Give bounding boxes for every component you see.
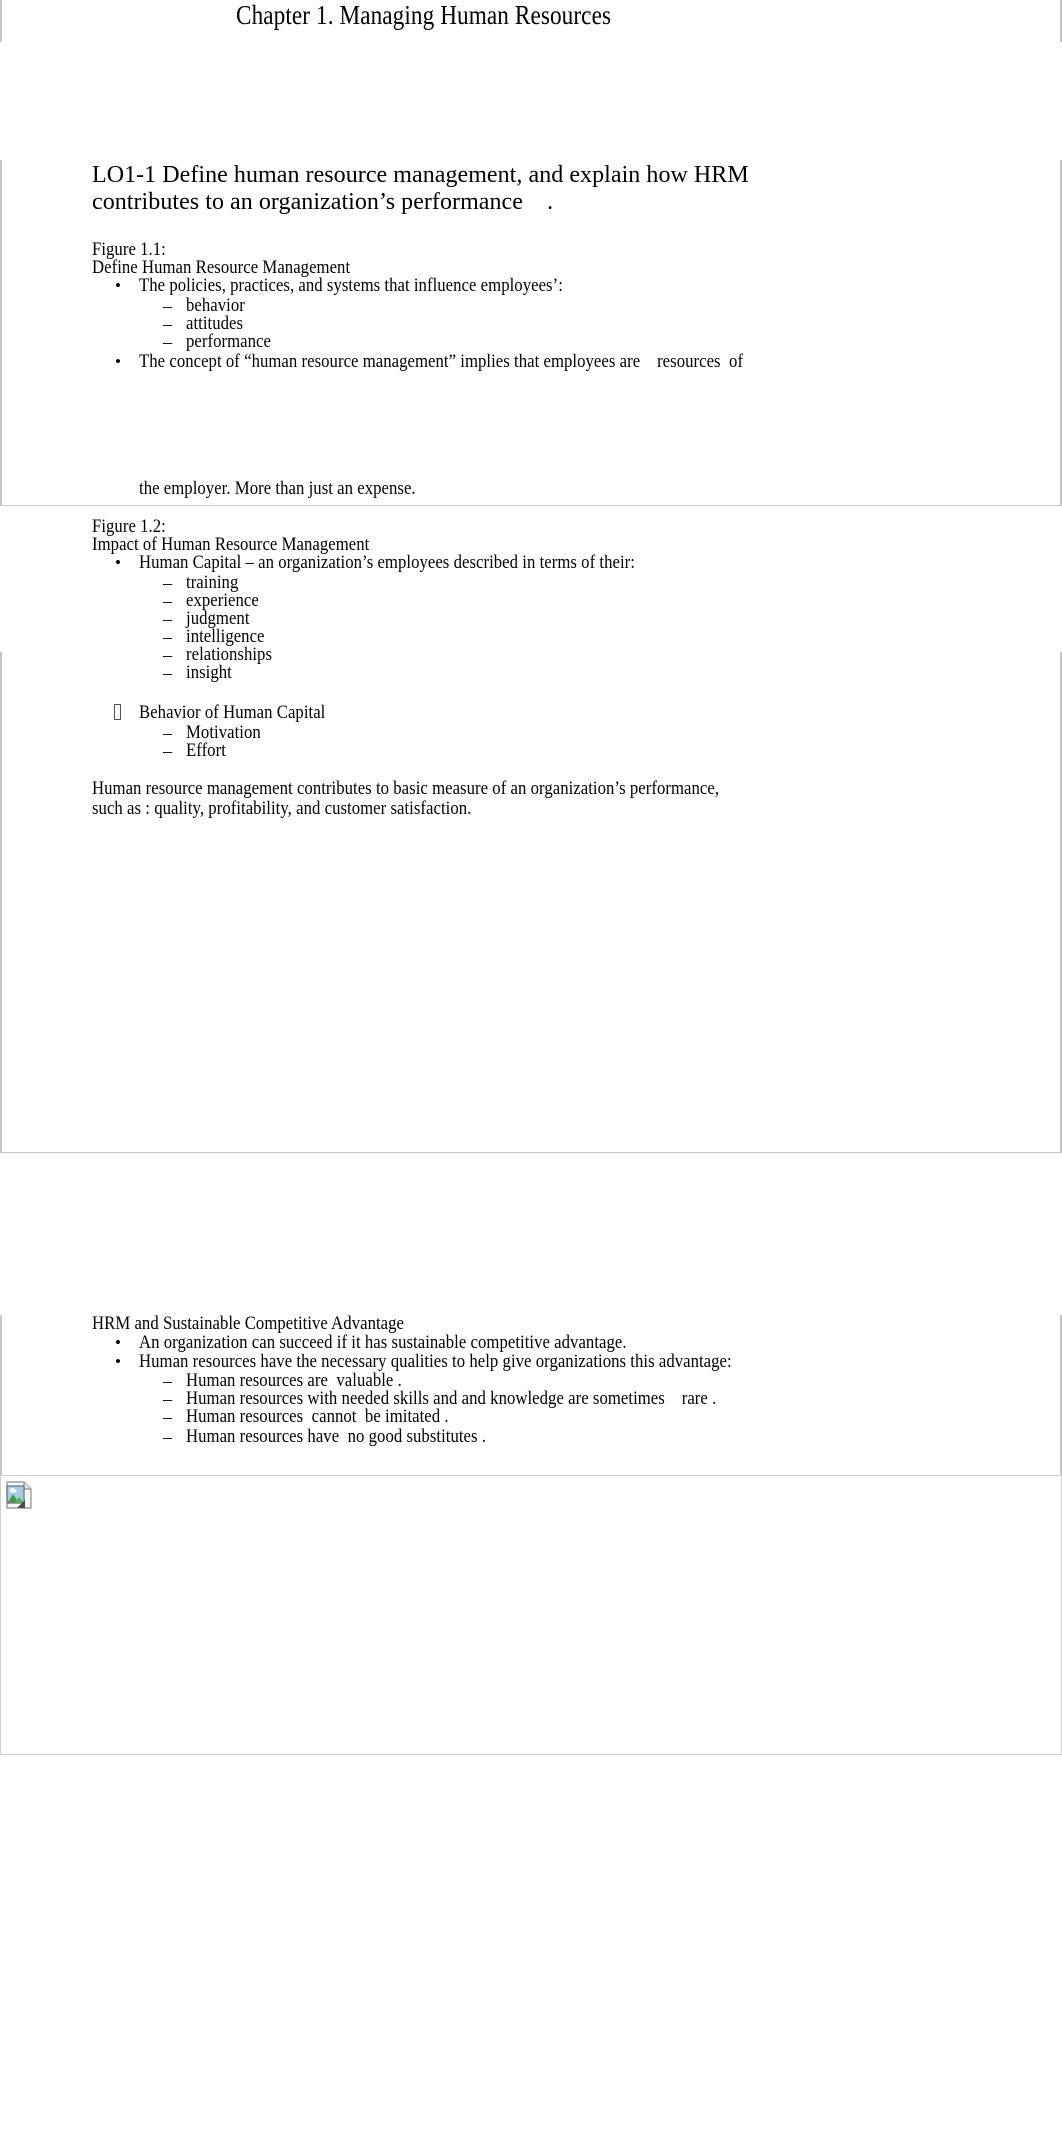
sub-bullet-marker: – [163, 663, 172, 683]
missing-glyph-bullet-icon [114, 704, 121, 720]
sub-bullet-marker: – [163, 332, 172, 352]
learning-objective-line-2: contributes to an organization’s perform… [92, 189, 554, 215]
page-break [0, 505, 1062, 506]
sub-bullet-marker: – [163, 741, 172, 761]
summary-paragraph-line-1: Human resource management contributes to… [92, 778, 720, 799]
document-root: Chapter 1. Managing Human Resources LO1-… [0, 0, 1062, 2132]
page-left-rule [0, 0, 2, 42]
sub-bullet-text: performance [186, 331, 271, 352]
bullet-marker: • [115, 276, 121, 295]
bullet-marker: • [115, 553, 121, 572]
bullet-text: Behavior of Human Capital [139, 702, 326, 723]
page-left-rule [0, 1315, 2, 1475]
broken-image-icon [6, 1481, 32, 1509]
broken-image-frame [0, 1475, 1062, 1755]
page-title: Chapter 1. Managing Human Resources [236, 0, 612, 30]
sub-bullet-text: Human resources cannot be imitated . [186, 1406, 449, 1427]
bullet-text: The concept of “human resource managemen… [139, 351, 744, 372]
sub-bullet-marker: – [163, 1407, 172, 1427]
page-left-rule [0, 652, 2, 1152]
sub-bullet-marker: – [163, 1427, 172, 1447]
bullet-marker: • [115, 1333, 121, 1352]
sub-bullet-text: insight [186, 662, 232, 683]
learning-objective-line-1: LO1-1 Define human resource management, … [92, 162, 749, 188]
sub-bullet-text: Effort [186, 740, 226, 761]
bullet-marker: • [115, 1352, 121, 1371]
page-left-rule [0, 160, 2, 505]
bullet-text: The policies, practices, and systems tha… [139, 275, 563, 296]
bullet-continuation: the employer. More than just an expense. [139, 478, 416, 499]
summary-paragraph-line-2: such as : quality, profitability, and cu… [92, 798, 472, 819]
page-break [0, 1152, 1062, 1153]
bullet-text: Human Capital – an organization’s employ… [139, 552, 635, 573]
sub-bullet-text: Human resources have no good substitutes… [186, 1426, 487, 1447]
bullet-marker: • [115, 352, 121, 371]
